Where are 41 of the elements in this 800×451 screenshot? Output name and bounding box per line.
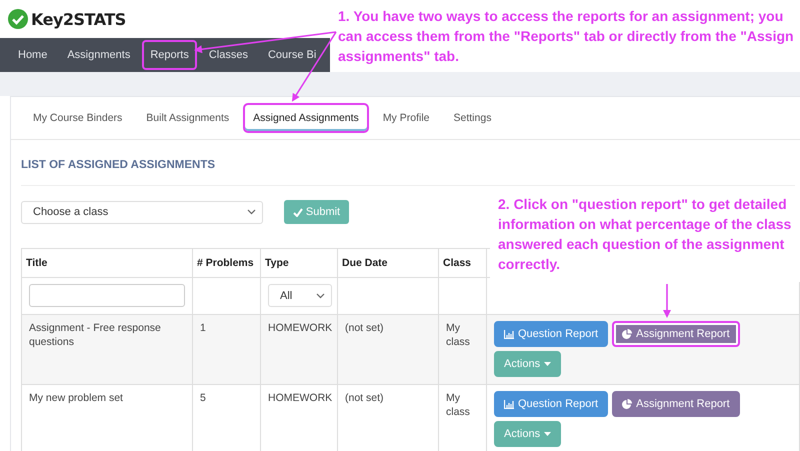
caret-icon <box>544 432 552 436</box>
tab[interactable]: Settings <box>444 103 502 133</box>
type-filter-select[interactable]: All <box>268 284 332 307</box>
tab[interactable]: Assigned Assignments <box>243 103 369 133</box>
column-header: # Problems <box>193 249 261 278</box>
logo-text: Key2STATS <box>31 10 126 28</box>
tab[interactable]: Built Assignments <box>136 103 240 133</box>
chevron-down-icon <box>316 292 325 298</box>
nav-link[interactable]: Home <box>10 40 56 70</box>
annotation-text: 2. Click on "question report" to get detailed information on what percentage of the class answered each question of the assignment correctly. <box>498 195 792 274</box>
nav-link[interactable]: Course Bi <box>260 40 324 70</box>
column-header: Title <box>22 249 193 278</box>
assignment-report-button[interactable]: Assignment Report <box>612 321 740 347</box>
bar-chart-icon <box>504 400 514 408</box>
pie-chart-icon <box>622 399 632 409</box>
annotation-text: 1. You have two ways to access the reports for an assignment; you can access them from the "Reports" tab or directly from the "Assign assignments" tab. <box>338 7 794 66</box>
caret-icon <box>544 362 552 366</box>
title-filter-field[interactable] <box>29 284 185 307</box>
assignment-report-button[interactable]: Assignment Report <box>612 391 740 417</box>
title-cell: Assignment - Free response questions <box>22 315 193 385</box>
nav-link[interactable]: Reports <box>142 40 197 70</box>
type-cell: HOMEWORK <box>261 315 338 385</box>
class-select[interactable]: Choose a class <box>21 200 263 224</box>
problems-cell: 1 <box>193 315 261 385</box>
check-circle-logo-icon <box>8 9 28 29</box>
nav-link[interactable]: Classes <box>200 40 256 70</box>
pie-chart-icon <box>622 329 632 339</box>
annotation-arrow <box>663 284 671 318</box>
class-cell: My class <box>439 315 487 385</box>
chevron-down-icon <box>247 209 256 215</box>
section-title: LIST OF ASSIGNED ASSIGNMENTS <box>21 140 795 186</box>
table-cell <box>439 278 487 315</box>
column-header: Class <box>439 249 487 278</box>
nav-link[interactable]: Assignments <box>59 40 138 70</box>
due-date-cell: (not set) <box>338 315 439 385</box>
check-icon <box>292 208 303 216</box>
column-header: Type <box>261 249 338 278</box>
column-header: Due Date <box>338 249 439 278</box>
tab[interactable]: My Profile <box>372 103 440 133</box>
bar-chart-icon <box>504 330 514 338</box>
tab[interactable]: My Course Binders <box>23 103 132 133</box>
